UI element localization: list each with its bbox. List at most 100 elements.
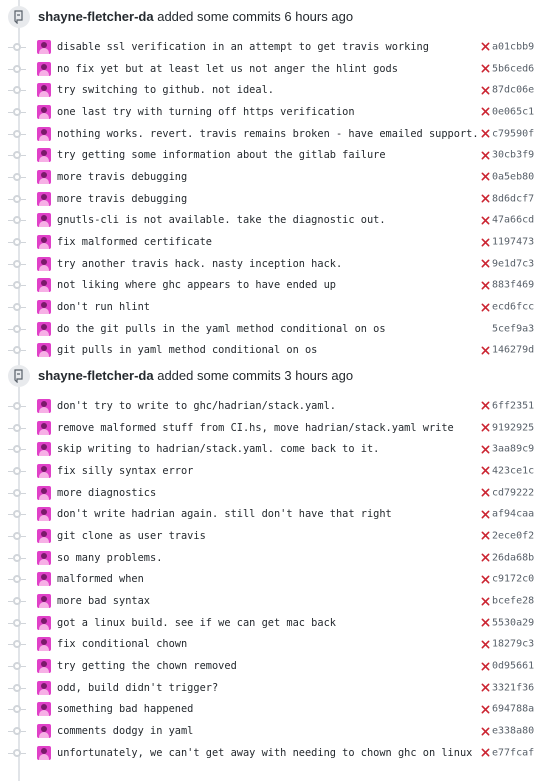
commit-sha-link[interactable]: 5b6ced6	[492, 63, 534, 74]
commit-sha-link[interactable]: c79590f	[492, 128, 534, 139]
build-failed-icon[interactable]	[480, 85, 490, 95]
avatar[interactable]	[37, 659, 51, 674]
commit-sha-link[interactable]: e338a80	[492, 726, 534, 737]
commit-message-link[interactable]: no fix yet but at least let us not anger…	[57, 63, 398, 75]
build-failed-icon[interactable]	[480, 553, 490, 563]
commit-sha-link[interactable]: 0e065c1	[492, 106, 534, 117]
build-failed-icon[interactable]	[480, 150, 490, 160]
commit-message-link[interactable]: disable ssl verification in an attempt t…	[57, 41, 429, 53]
build-failed-icon[interactable]	[480, 215, 490, 225]
commit-sha-link[interactable]: af94caa	[492, 509, 534, 520]
avatar[interactable]	[37, 507, 51, 522]
commit-message-link[interactable]: malformed when	[57, 573, 144, 585]
commit-sha-link[interactable]: 3321f36	[492, 682, 534, 693]
commit-message-link[interactable]: got a linux build. see if we can get mac…	[57, 617, 336, 629]
avatar[interactable]	[37, 104, 51, 119]
commit-message-link[interactable]: comments dodgy in yaml	[57, 725, 193, 737]
commit-message-link[interactable]: don't write hadrian again. still don't h…	[57, 508, 392, 520]
avatar[interactable]	[37, 126, 51, 141]
build-failed-icon[interactable]	[480, 237, 490, 247]
commit-sha-link[interactable]: 9e1d7c3	[492, 258, 534, 269]
commit-sha-link[interactable]: bcefe28	[492, 596, 534, 607]
avatar[interactable]	[37, 594, 51, 609]
commit-sha-link[interactable]: 1197473	[492, 237, 534, 248]
avatar[interactable]	[37, 550, 51, 565]
avatar[interactable]	[37, 463, 51, 478]
commit-sha-link[interactable]: ecd6fcc	[492, 302, 534, 313]
build-failed-icon[interactable]	[480, 531, 490, 541]
avatar[interactable]	[37, 680, 51, 695]
commit-sha-link[interactable]: cd79222	[492, 487, 534, 498]
avatar[interactable]	[37, 745, 51, 760]
commit-message-link[interactable]: fix malformed certificate	[57, 236, 212, 248]
build-failed-icon[interactable]	[480, 64, 490, 74]
commit-message-link[interactable]: try another travis hack. nasty inception…	[57, 258, 342, 270]
build-failed-icon[interactable]	[480, 618, 490, 628]
commit-message-link[interactable]: gnutls-cli is not available. take the di…	[57, 214, 386, 226]
author-link[interactable]: shayne-fletcher-da	[38, 9, 154, 24]
build-failed-icon[interactable]	[480, 466, 490, 476]
avatar[interactable]	[37, 398, 51, 413]
avatar[interactable]	[37, 637, 51, 652]
author-link[interactable]: shayne-fletcher-da	[38, 368, 154, 383]
commit-sha-link[interactable]: 87dc06e	[492, 85, 534, 96]
build-failed-icon[interactable]	[480, 345, 490, 355]
commit-sha-link[interactable]: 2ece0f2	[492, 530, 534, 541]
avatar[interactable]	[37, 278, 51, 293]
build-failed-icon[interactable]	[480, 259, 490, 269]
avatar[interactable]	[37, 213, 51, 228]
build-failed-icon[interactable]	[480, 194, 490, 204]
commit-message-link[interactable]: odd, build didn't trigger?	[57, 682, 218, 694]
commit-message-link[interactable]: skip writing to hadrian/stack.yaml. come…	[57, 443, 379, 455]
commit-message-link[interactable]: something bad happened	[57, 703, 193, 715]
avatar[interactable]	[37, 724, 51, 739]
commit-message-link[interactable]: git clone as user travis	[57, 530, 206, 542]
build-failed-icon[interactable]	[480, 748, 490, 758]
commit-sha-link[interactable]: e77fcaf	[492, 747, 534, 758]
commit-sha-link[interactable]: 6ff2351	[492, 400, 534, 411]
commit-message-link[interactable]: git pulls in yaml method conditional on …	[57, 344, 317, 356]
commit-sha-link[interactable]: 5530a29	[492, 617, 534, 628]
avatar[interactable]	[37, 485, 51, 500]
commit-sha-link[interactable]: 146279d	[492, 345, 534, 356]
avatar[interactable]	[37, 528, 51, 543]
avatar[interactable]	[37, 83, 51, 98]
build-failed-icon[interactable]	[480, 488, 490, 498]
commit-message-link[interactable]: do the git pulls in the yaml method cond…	[57, 323, 386, 335]
commit-message-link[interactable]: so many problems.	[57, 552, 162, 564]
commit-message-link[interactable]: try getting the chown removed	[57, 660, 237, 672]
avatar[interactable]	[37, 420, 51, 435]
commit-sha-link[interactable]: 0d95661	[492, 661, 534, 672]
avatar[interactable]	[37, 300, 51, 315]
avatar[interactable]	[37, 321, 51, 336]
commit-sha-link[interactable]: 0a5eb80	[492, 171, 534, 182]
commit-sha-link[interactable]: 883f469	[492, 280, 534, 291]
commit-sha-link[interactable]: 5cef9a3	[492, 323, 534, 334]
build-failed-icon[interactable]	[480, 683, 490, 693]
commit-message-link[interactable]: try getting some information about the g…	[57, 149, 386, 161]
commit-message-link[interactable]: one last try with turning off https veri…	[57, 106, 355, 118]
build-failed-icon[interactable]	[480, 639, 490, 649]
avatar[interactable]	[37, 61, 51, 76]
avatar[interactable]	[37, 702, 51, 717]
commit-message-link[interactable]: don't try to write to ghc/hadrian/stack.…	[57, 400, 336, 412]
avatar[interactable]	[37, 169, 51, 184]
build-failed-icon[interactable]	[480, 704, 490, 714]
commit-message-link[interactable]: more diagnostics	[57, 487, 156, 499]
commit-sha-link[interactable]: 47a66cd	[492, 215, 534, 226]
build-failed-icon[interactable]	[480, 423, 490, 433]
commit-message-link[interactable]: more travis debugging	[57, 171, 187, 183]
build-failed-icon[interactable]	[480, 444, 490, 454]
commit-message-link[interactable]: not liking where ghc appears to have end…	[57, 279, 336, 291]
commit-sha-link[interactable]: 8d6dcf7	[492, 193, 534, 204]
commit-sha-link[interactable]: 18279c3	[492, 639, 534, 650]
build-failed-icon[interactable]	[480, 726, 490, 736]
build-failed-icon[interactable]	[480, 172, 490, 182]
avatar[interactable]	[37, 191, 51, 206]
avatar[interactable]	[37, 39, 51, 54]
build-failed-icon[interactable]	[480, 661, 490, 671]
commit-sha-link[interactable]: 9192925	[492, 422, 534, 433]
commit-message-link[interactable]: more bad syntax	[57, 595, 150, 607]
build-failed-icon[interactable]	[480, 129, 490, 139]
commit-message-link[interactable]: more travis debugging	[57, 193, 187, 205]
